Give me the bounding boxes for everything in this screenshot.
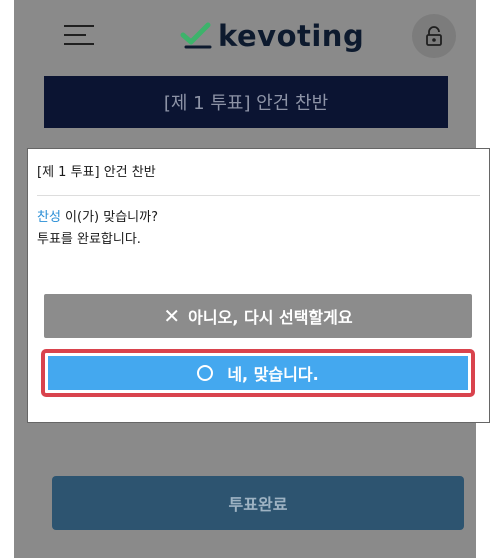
- lock-button[interactable]: [412, 14, 456, 58]
- confirm-highlight: 네, 맞습니다.: [41, 349, 475, 397]
- circle-icon: [197, 365, 214, 381]
- no-button-label: 아니오, 다시 선택할게요: [188, 308, 353, 327]
- checkmark-logo-icon: [180, 22, 212, 49]
- question-suffix: 이(가) 맞습니까?: [60, 210, 158, 225]
- dialog-question: 찬성 이(가) 맞습니까?: [37, 209, 158, 226]
- selected-choice: 찬성: [37, 210, 61, 225]
- no-reselect-button[interactable]: ✕ 아니오, 다시 선택할게요: [44, 294, 472, 338]
- vote-title-banner: [제 1 투표] 안건 찬반: [44, 76, 448, 128]
- yes-button-label: 네, 맞습니다.: [227, 365, 319, 384]
- dialog-title: [제 1 투표] 안건 찬반: [37, 165, 156, 180]
- brand-logo: kevoting: [180, 16, 364, 56]
- logo-text: kevoting: [218, 19, 365, 53]
- dialog-divider: [37, 195, 480, 196]
- dialog-subtext: 투표를 완료합니다.: [37, 232, 141, 247]
- x-icon: ✕: [163, 304, 181, 328]
- hamburger-menu-icon[interactable]: [64, 24, 94, 46]
- lock-icon: [426, 26, 442, 46]
- vote-complete-button[interactable]: 투표완료: [52, 476, 464, 530]
- yes-confirm-button[interactable]: 네, 맞습니다.: [48, 356, 468, 390]
- confirm-dialog: [제 1 투표] 안건 찬반 찬성 이(가) 맞습니까? 투표를 완료합니다. …: [27, 148, 490, 423]
- app-header: kevoting: [14, 0, 476, 72]
